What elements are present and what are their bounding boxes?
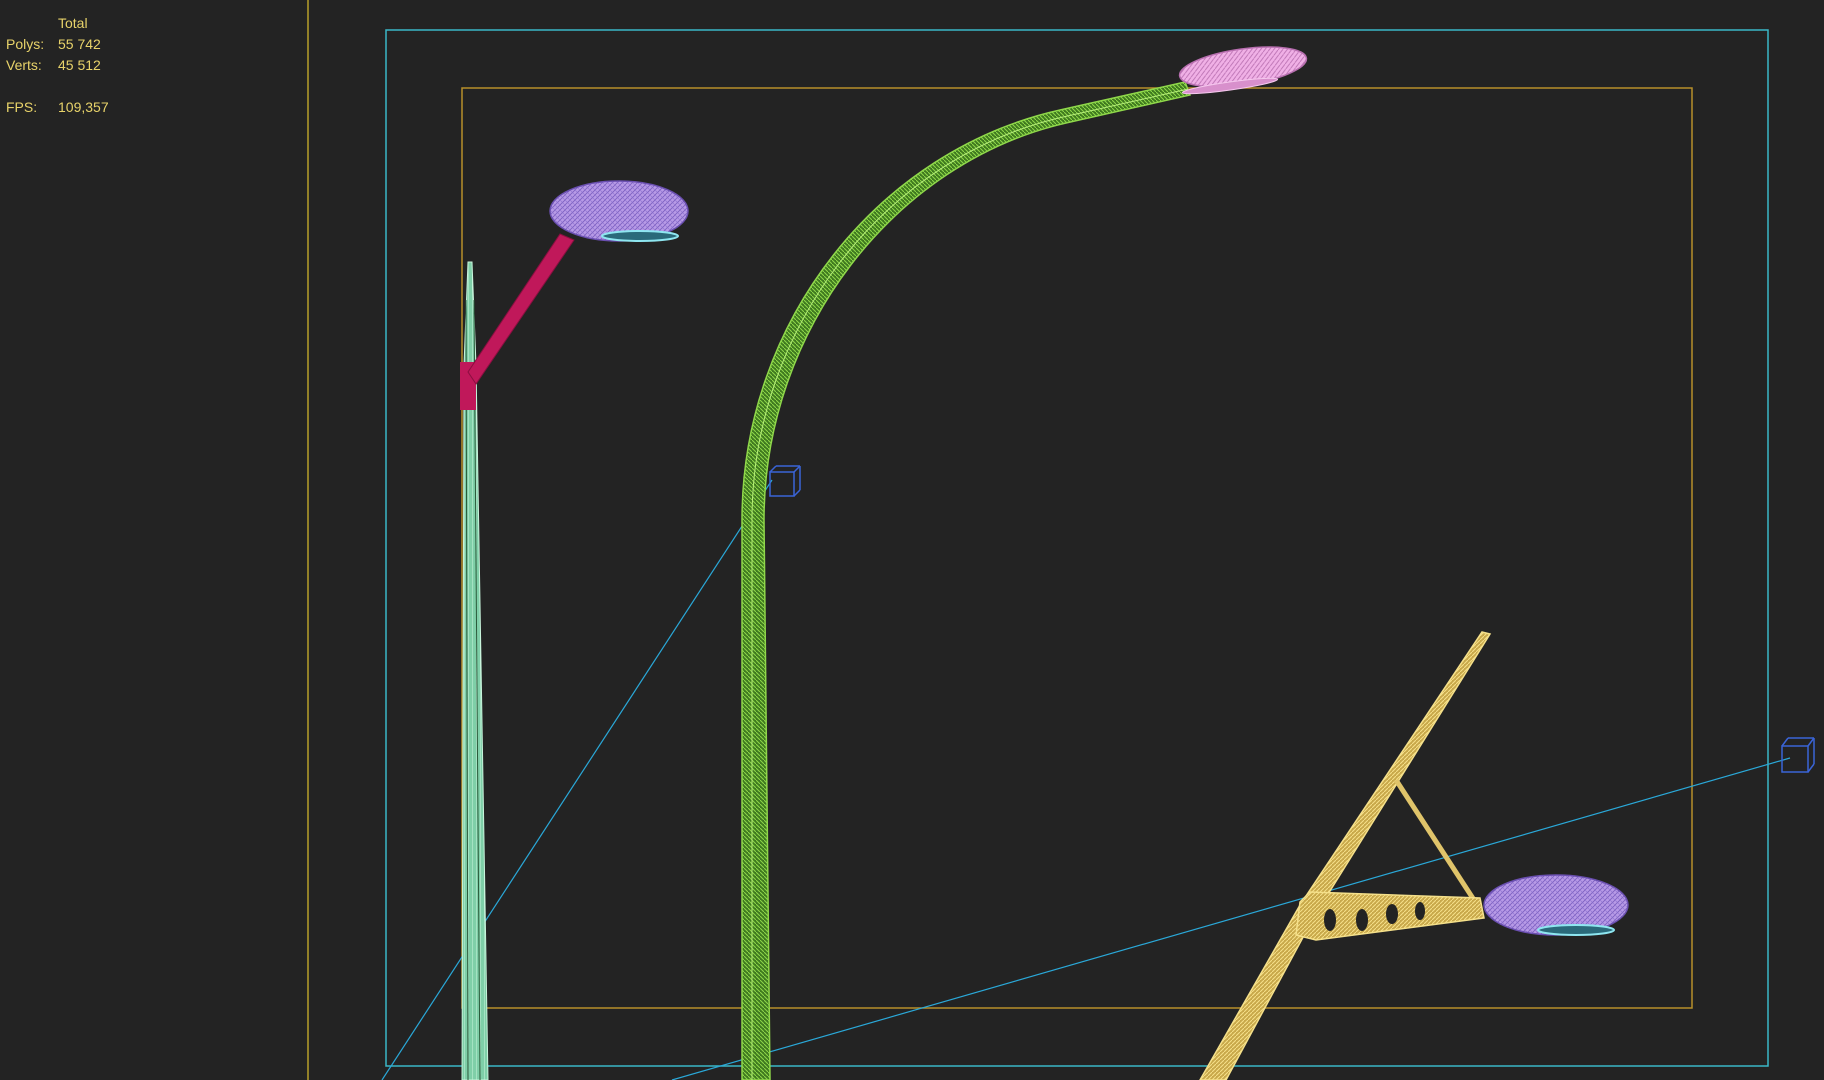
fps-stat: FPS: 109,357 (6, 97, 109, 118)
lamp-arm[interactable] (467, 233, 575, 385)
polys-stat: Polys: 55 742 (6, 34, 101, 55)
lamp-lens (601, 230, 679, 242)
wireframe-viewport[interactable]: Total Polys: 55 742 Verts: 45 512 FPS: 109,… (0, 0, 1824, 1080)
support-strut (1393, 778, 1477, 902)
polys-label: Polys: (6, 36, 45, 52)
lamp-lens (1537, 924, 1615, 936)
curved-pole[interactable] (741, 81, 1192, 1080)
statistics-overlay: Total Polys: 55 742 Verts: 45 512 FPS: 109,… (0, 0, 300, 140)
tapered-pole-lamp[interactable] (460, 180, 689, 1080)
polys-value: 55 742 (58, 36, 101, 52)
verts-label: Verts: (6, 57, 42, 73)
scene-canvas[interactable] (0, 0, 1824, 1080)
fps-label: FPS: (6, 99, 38, 115)
stats-header: Total (58, 15, 88, 31)
verts-value: 45 512 (58, 57, 101, 73)
camera-icon[interactable] (1781, 737, 1815, 773)
fps-value: 109,357 (58, 99, 109, 115)
curved-pole-lamp[interactable] (741, 40, 1309, 1080)
verts-stat: Verts: 45 512 (6, 55, 101, 76)
angled-pole-lamp[interactable] (1199, 631, 1629, 1080)
camera-view-line (381, 479, 773, 1080)
camera-icon[interactable] (769, 465, 801, 497)
